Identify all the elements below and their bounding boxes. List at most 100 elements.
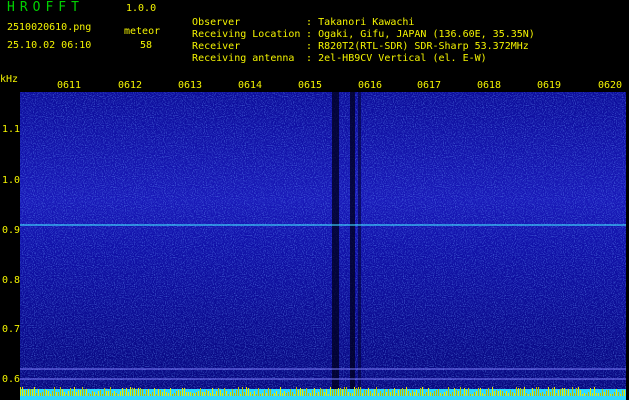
activity-spike [308,393,309,396]
activity-spike [40,393,41,396]
activity-spike [518,388,519,396]
dark-band [358,92,361,392]
activity-spike [158,389,159,396]
activity-spike [324,392,325,396]
activity-spike [120,391,121,396]
activity-spike [460,387,461,396]
activity-spike [118,394,119,396]
meta-value: : 2el-HB9CV Vertical (el. E-W) [306,53,487,64]
activity-spike [522,389,523,396]
activity-spike [598,393,599,396]
activity-spike [424,394,425,396]
activity-spike [310,393,311,396]
activity-spike [444,392,445,396]
activity-spike [60,387,61,396]
activity-spike [42,392,43,396]
activity-spike [392,390,393,396]
activity-spike [366,390,367,396]
activity-spike [250,392,251,396]
activity-spike [146,390,147,396]
activity-spike [286,393,287,396]
activity-spike [384,389,385,396]
activity-spike [428,388,429,396]
activity-spike [574,393,575,396]
activity-spike [212,388,213,396]
activity-spike [528,394,529,396]
spectrogram [20,92,626,400]
activity-spike [304,391,305,396]
activity-spike [320,388,321,396]
meteor-label: meteor [124,26,161,37]
activity-spike [292,392,293,396]
activity-spike [94,392,95,396]
activity-spike [280,387,281,396]
activity-spike [572,387,573,396]
activity-spike [88,393,89,396]
activity-spike [142,389,143,396]
activity-spike [238,387,239,396]
date-time: 25.10.02 06:10 [7,40,92,51]
activity-spike [76,392,77,396]
activity-spike [524,387,525,396]
activity-spike [140,388,141,396]
activity-spike [580,390,581,396]
activity-spike [520,388,521,396]
activity-spike [486,390,487,396]
activity-spike [38,389,39,396]
activity-spike [240,394,241,396]
activity-spike [56,392,57,396]
activity-spike [432,393,433,396]
time-tick: 0616 [358,80,383,91]
activity-spike [430,392,431,396]
activity-spike [336,389,337,396]
activity-spike [466,390,467,396]
activity-spike [482,393,483,396]
activity-spike [104,388,105,396]
activity-spike [46,390,47,396]
activity-spike [390,392,391,396]
time-tick: 0620 [598,80,623,91]
meteor-count: 58 [140,40,153,51]
activity-spike [74,387,75,396]
activity-spike [216,391,217,396]
activity-spike [440,393,441,396]
activity-spike [512,392,513,396]
activity-spike [58,392,59,396]
activity-spike [338,388,339,396]
activity-spike [224,388,225,396]
activity-spike [186,392,187,396]
activity-spike [152,392,153,396]
freq-tick: 1.0 [2,175,21,186]
activity-spike [596,393,597,396]
activity-spike [608,390,609,396]
activity-spike [420,388,421,396]
activity-spike [144,394,145,396]
activity-spike [344,387,345,396]
activity-spike [178,390,179,396]
activity-spike [592,393,593,396]
freq-tick: 0.9 [2,225,21,236]
activity-spike [388,389,389,396]
activity-spike [412,390,413,396]
activity-spike [538,387,539,396]
activity-spike [102,394,103,396]
activity-spike [550,392,551,396]
activity-spike [214,394,215,396]
activity-spike [490,393,491,396]
activity-spike [30,389,31,396]
app-version: 1.0.0 [126,3,157,14]
activity-spike [504,393,505,396]
activity-spike [472,394,473,396]
activity-spike [346,387,347,396]
time-tick: 0613 [178,80,203,91]
activity-spike [130,387,131,396]
activity-spike [222,393,223,396]
time-tick: 0617 [417,80,442,91]
activity-spike [162,392,163,396]
activity-spike [536,387,537,396]
activity-spike [468,388,469,396]
activity-spike [128,392,129,396]
activity-spike [492,387,493,396]
activity-spike [64,392,65,396]
activity-spike [312,390,313,396]
